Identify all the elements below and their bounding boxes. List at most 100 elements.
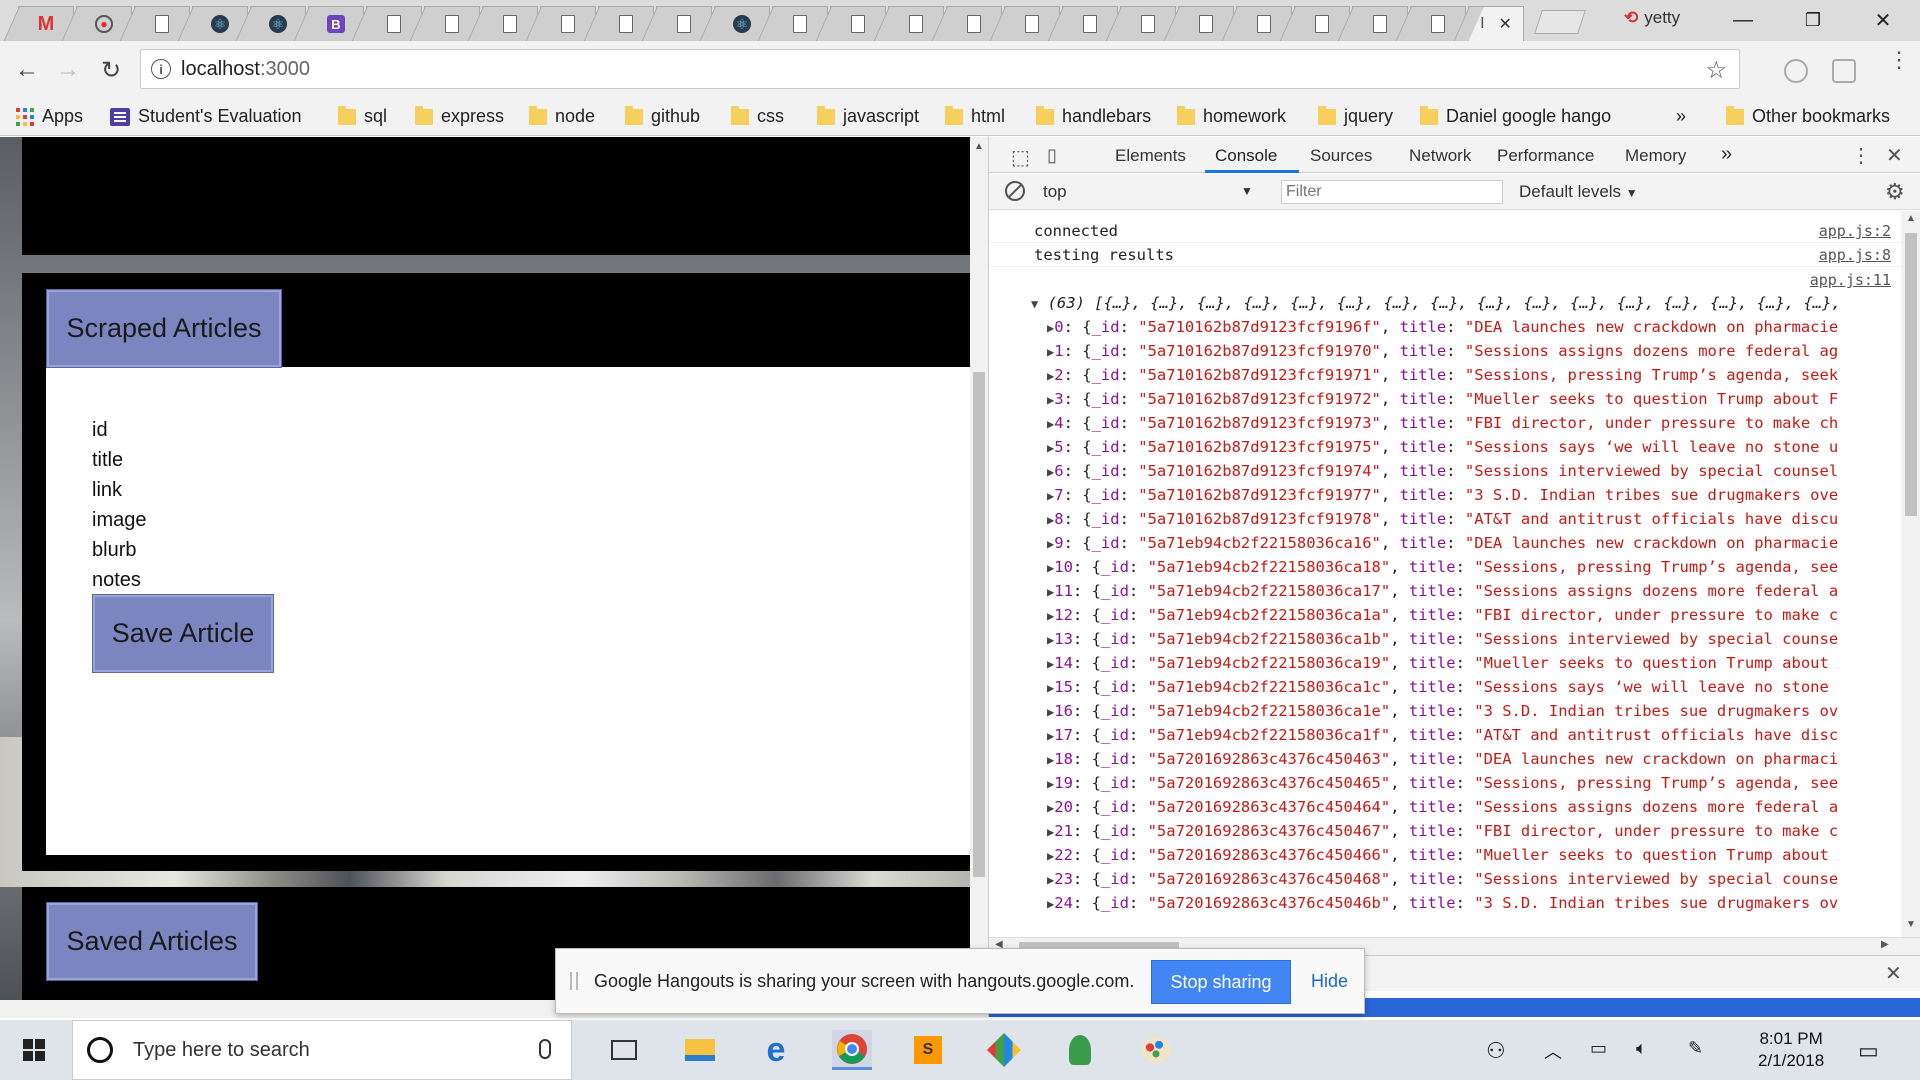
bookmark-item[interactable]: express (415, 105, 504, 127)
close-tab-icon[interactable]: ✕ (1499, 14, 1512, 34)
back-button[interactable]: ← (12, 55, 42, 85)
tab-network[interactable]: Network (1409, 146, 1471, 166)
console-scrollbar[interactable]: ▲ ▼ (1901, 211, 1920, 937)
forward-button[interactable]: → (53, 55, 83, 85)
system-clock[interactable]: 8:01 PM 2/1/2018 (1758, 1028, 1824, 1072)
bookmarks-overflow-button[interactable]: » (1676, 106, 1686, 127)
array-summary-row[interactable]: ▼ (63) [{…}, {…}, {…}, {…}, {…}, {…}, {…… (989, 291, 1901, 315)
bookmark-item[interactable]: html (945, 105, 1005, 127)
array-entry-row[interactable]: ▶11: {_id: "5a71eb94cb2f22158036ca17", t… (989, 579, 1901, 603)
page-scroll-thumb[interactable] (973, 372, 985, 877)
active-browser-tab[interactable]: I ✕ (1468, 6, 1524, 41)
stop-sharing-button[interactable]: Stop sharing (1151, 960, 1291, 1004)
new-tab-button[interactable] (1534, 10, 1586, 34)
bookmark-item[interactable]: github (625, 105, 700, 127)
tab-memory[interactable]: Memory (1625, 146, 1686, 166)
close-window-button[interactable]: ✕ (1852, 0, 1914, 41)
console-scroll-thumb[interactable] (1905, 233, 1917, 516)
scroll-up-icon[interactable]: ▲ (1906, 213, 1916, 224)
taskbar-search[interactable]: Type here to search (72, 1020, 572, 1080)
action-center-icon[interactable]: ▭ (1858, 1038, 1879, 1064)
array-entry-row[interactable]: ▶14: {_id: "5a71eb94cb2f22158036ca19", t… (989, 651, 1901, 675)
context-dropdown-icon[interactable]: ▼ (1241, 184, 1253, 198)
array-entry-row[interactable]: ▶6: {_id: "5a710162b87d9123fcf91974", ti… (989, 459, 1901, 483)
array-entry-row[interactable]: ▶0: {_id: "5a710162b87d9123fcf9196f", ti… (989, 315, 1901, 339)
chrome-button[interactable] (832, 1030, 872, 1070)
drag-handle-icon[interactable] (570, 972, 578, 990)
extension-icon[interactable] (1784, 59, 1808, 83)
array-entry-row[interactable]: ▶17: {_id: "5a71eb94cb2f22158036ca1f", t… (989, 723, 1901, 747)
bookmark-item[interactable]: javascript (817, 105, 919, 127)
array-entry-row[interactable]: ▶8: {_id: "5a710162b87d9123fcf91978", ti… (989, 507, 1901, 531)
gitkraken-button[interactable] (984, 1030, 1024, 1070)
chrome-menu-icon[interactable]: ⋮ (1888, 49, 1910, 71)
reload-button[interactable]: ↻ (96, 55, 126, 85)
console-settings-gear-icon[interactable]: ⚙ (1885, 179, 1905, 205)
file-explorer-button[interactable] (680, 1030, 720, 1070)
bookmark-item[interactable]: css (731, 105, 784, 127)
tab-console[interactable]: Console (1215, 146, 1277, 166)
other-bookmarks[interactable]: Other bookmarks (1726, 105, 1890, 127)
start-button[interactable] (14, 1030, 54, 1070)
drawer-close-icon[interactable]: ✕ (1885, 961, 1902, 986)
devtools-close-icon[interactable]: ✕ (1886, 143, 1903, 168)
expand-triangle-icon[interactable]: ▼ (1031, 297, 1038, 311)
clear-console-icon[interactable] (1005, 181, 1025, 201)
bookmark-star-icon[interactable]: ☆ (1705, 56, 1727, 85)
scroll-up-icon[interactable]: ▲ (974, 141, 984, 152)
more-tabs-button[interactable]: » (1721, 143, 1732, 166)
log-levels-selector[interactable]: Default levels ▼ (1519, 182, 1638, 202)
volume-icon[interactable]: 🔈︎ (1636, 1038, 1647, 1059)
array-entry-row[interactable]: ▶1: {_id: "5a710162b87d9123fcf91970", ti… (989, 339, 1901, 363)
devtools-menu-icon[interactable]: ⋮ (1851, 143, 1871, 168)
inspect-element-icon[interactable]: ⬚ (1011, 145, 1030, 170)
bookmark-item[interactable]: handlebars (1036, 105, 1151, 127)
bookmark-apps[interactable]: Apps (16, 106, 83, 127)
array-entry-row[interactable]: ▶12: {_id: "5a71eb94cb2f22158036ca1a", t… (989, 603, 1901, 627)
saved-articles-button[interactable]: Saved Articles (46, 902, 258, 981)
robomongo-button[interactable] (1060, 1030, 1100, 1070)
log-source-link[interactable]: app.js:11 (1810, 268, 1891, 292)
microphone-icon[interactable] (539, 1039, 551, 1059)
array-entry-row[interactable]: ▶19: {_id: "5a7201692863c4376c450465", t… (989, 771, 1901, 795)
bookmark-item[interactable]: Student's Evaluation (110, 106, 302, 127)
pen-icon[interactable]: ✎ (1688, 1038, 1703, 1059)
bookmark-item[interactable]: node (529, 105, 595, 127)
bookmark-item[interactable]: Daniel google hango (1420, 105, 1611, 127)
hide-link[interactable]: Hide (1311, 971, 1348, 992)
log-source-link[interactable]: app.js:2 (1819, 219, 1891, 243)
log-source-link[interactable]: app.js:8 (1819, 243, 1891, 267)
minimize-button[interactable]: — (1712, 0, 1774, 41)
restore-button[interactable]: ❐ (1782, 0, 1844, 41)
address-bar[interactable]: i localhost:3000 ☆ (140, 49, 1740, 89)
tab-elements[interactable]: Elements (1115, 146, 1186, 166)
context-selector[interactable]: top (1043, 182, 1067, 202)
paint-button[interactable] (1136, 1030, 1176, 1070)
array-entry-row[interactable]: ▶24: {_id: "5a7201692863c4376c45046b", t… (989, 891, 1901, 915)
battery-icon[interactable]: ▭ (1590, 1038, 1607, 1059)
array-entry-row[interactable]: ▶2: {_id: "5a710162b87d9123fcf91971", ti… (989, 363, 1901, 387)
array-entry-row[interactable]: ▶23: {_id: "5a7201692863c4376c450468", t… (989, 867, 1901, 891)
scroll-down-icon[interactable]: ▼ (1906, 919, 1916, 930)
tab-performance[interactable]: Performance (1497, 146, 1594, 166)
page-scrollbar[interactable]: ▲ (970, 137, 988, 1017)
array-entry-row[interactable]: ▶7: {_id: "5a710162b87d9123fcf91977", ti… (989, 483, 1901, 507)
bookmark-item[interactable]: homework (1177, 105, 1286, 127)
array-entry-row[interactable]: ▶3: {_id: "5a710162b87d9123fcf91972", ti… (989, 387, 1901, 411)
array-entry-row[interactable]: ▶16: {_id: "5a71eb94cb2f22158036ca1e", t… (989, 699, 1901, 723)
array-entry-row[interactable]: ▶13: {_id: "5a71eb94cb2f22158036ca1b", t… (989, 627, 1901, 651)
scraped-articles-button[interactable]: Scraped Articles (46, 289, 282, 368)
array-entry-row[interactable]: ▶9: {_id: "5a71eb94cb2f22158036ca16", ti… (989, 531, 1901, 555)
array-entry-row[interactable]: ▶10: {_id: "5a71eb94cb2f22158036ca18", t… (989, 555, 1901, 579)
edge-button[interactable]: e (756, 1030, 796, 1070)
array-entry-row[interactable]: ▶21: {_id: "5a7201692863c4376c450467", t… (989, 819, 1901, 843)
site-info-icon[interactable]: i (151, 59, 171, 79)
array-entry-row[interactable]: ▶15: {_id: "5a71eb94cb2f22158036ca1c", t… (989, 675, 1901, 699)
save-article-button[interactable]: Save Article (92, 594, 274, 673)
scroll-right-icon[interactable]: ▶ (1881, 939, 1889, 950)
console-filter-input[interactable] (1281, 180, 1503, 204)
extension-icon[interactable] (1832, 59, 1856, 83)
array-entry-row[interactable]: ▶22: {_id: "5a7201692863c4376c450466", t… (989, 843, 1901, 867)
bookmark-item[interactable]: sql (338, 105, 387, 127)
bookmark-item[interactable]: jquery (1318, 105, 1393, 127)
